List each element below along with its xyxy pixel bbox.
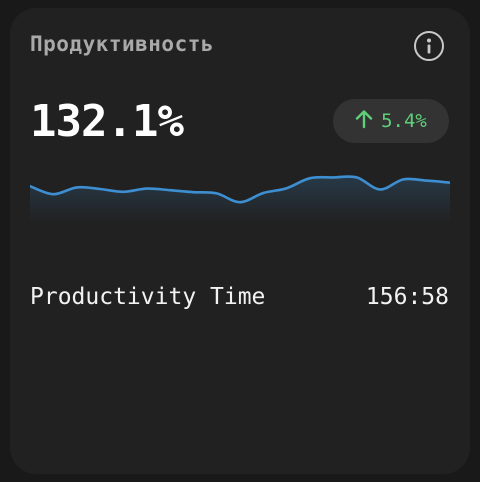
productivity-card: Продуктивность 132.1% 5.4% Productivity … [10, 8, 470, 474]
arrow-up-icon [355, 109, 373, 134]
card-title: Продуктивность [30, 32, 215, 56]
info-icon [422, 37, 436, 55]
metric-value: 156:58 [365, 284, 449, 310]
metric-label: Productivity Time [30, 284, 266, 310]
productivity-value: 132.1% [30, 96, 184, 147]
sparkline-area [30, 176, 450, 223]
sparkline-chart [30, 175, 450, 223]
metric-row: Productivity Time 156:58 [30, 284, 449, 310]
change-badge: 5.4% [333, 99, 449, 143]
change-value: 5.4% [381, 110, 427, 132]
info-button[interactable] [414, 31, 444, 61]
